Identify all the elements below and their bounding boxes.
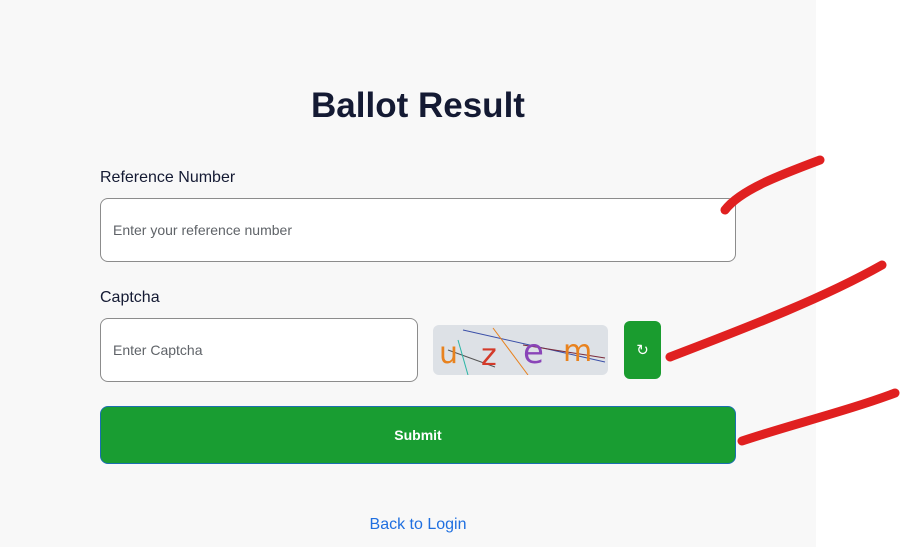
captcha-refresh-button[interactable]: ↻ (624, 321, 661, 379)
captcha-input[interactable] (100, 318, 418, 382)
captcha-char-2: z (481, 338, 497, 373)
captcha-image: u z e m (433, 325, 608, 375)
reference-number-label: Reference Number (100, 169, 236, 186)
reference-number-input[interactable] (100, 198, 736, 262)
captcha-char-4: m (563, 334, 592, 369)
captcha-char-1: u (439, 336, 458, 371)
back-to-login-link[interactable]: Back to Login (0, 516, 836, 534)
captcha-char-3: e (523, 332, 544, 372)
form-panel: Ballot Result Reference Number Captcha u… (0, 0, 816, 547)
submit-button[interactable]: Submit (100, 406, 736, 464)
page-title: Ballot Result (311, 86, 525, 125)
captcha-label: Captcha (100, 289, 160, 306)
refresh-icon: ↻ (636, 341, 649, 359)
